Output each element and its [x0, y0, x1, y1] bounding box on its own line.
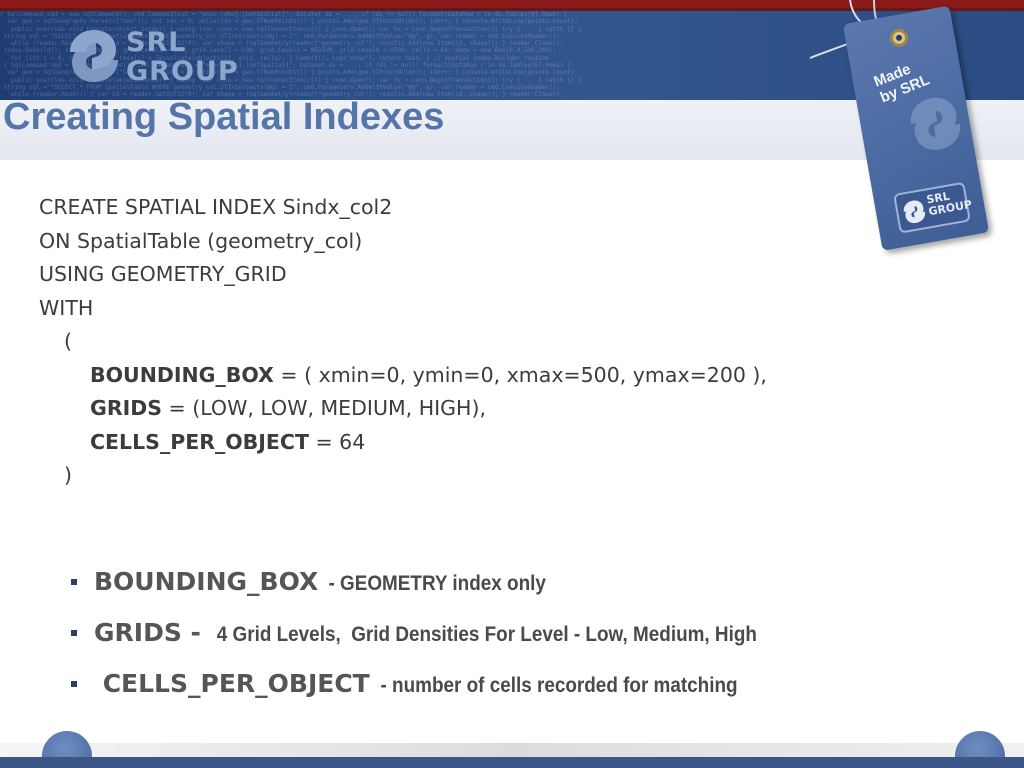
code-line-close-paren: ) — [64, 463, 72, 487]
bullet-description: - number of cells recorded for matching — [369, 674, 738, 697]
list-item: GRIDS - 4 Grid Levels, Grid Densities Fo… — [68, 616, 1008, 667]
bullet-term: BOUNDING_BOX — [94, 567, 319, 596]
logo-text-line1: SRL — [126, 27, 187, 58]
sql-code-block: CREATE SPATIAL INDEX Sindx_col2 ON Spati… — [39, 191, 979, 493]
bullet-line: CELLS_PER_OBJECT - number of cells recor… — [94, 667, 778, 703]
logo-text: SRL GROUP — [126, 28, 239, 86]
list-item: CELLS_PER_OBJECT - number of cells recor… — [68, 667, 1008, 718]
param-key-cells-per-object: CELLS_PER_OBJECT — [90, 429, 309, 454]
logo-text-line2: GROUP — [126, 56, 239, 87]
bullet-square-icon — [71, 681, 77, 687]
code-line-grids: GRIDS = (LOW, LOW, MEDIUM, HIGH), — [39, 392, 979, 426]
bullet-line: GRIDS - 4 Grid Levels, Grid Densities Fo… — [94, 616, 819, 652]
code-line-cells-per-object: CELLS_PER_OBJECT = 64 — [39, 426, 979, 460]
code-line-with: WITH — [39, 295, 94, 320]
param-key-grids: GRIDS — [90, 396, 163, 420]
code-line-on: ON SpatialTable (geometry_col) — [39, 228, 363, 253]
param-key-bounding-box: BOUNDING_BOX — [90, 362, 274, 387]
bullet-description: 4 Grid Levels, Grid Densities For Level … — [200, 623, 757, 646]
code-line-bounding-box: BOUNDING_BOX = ( xmin=0, ymin=0, xmax=50… — [39, 359, 979, 393]
param-value-bounding-box: = ( xmin=0, ymin=0, xmax=500, ymax=200 )… — [273, 362, 767, 387]
bullet-description: - GEOMETRY index only — [318, 572, 547, 595]
footer-blue-band — [0, 757, 1024, 768]
srl-logo-mark-icon — [70, 30, 118, 82]
page-title: Creating Spatial Indexes — [3, 96, 445, 138]
code-line-open-paren: ( — [64, 329, 72, 353]
tag-srl-mark-icon — [910, 97, 961, 150]
bullet-term: CELLS_PER_OBJECT — [94, 669, 370, 698]
slide: { SqlCommand cmd = new SqlCommand(); cmd… — [0, 0, 1024, 768]
tag-eyelet-icon — [888, 27, 910, 49]
bullet-square-icon — [71, 579, 77, 585]
bullet-line: BOUNDING_BOX - GEOMETRY index only — [94, 565, 571, 601]
code-line-using: USING GEOMETRY_GRID — [39, 262, 287, 286]
code-line-create: CREATE SPATIAL INDEX Sindx_col2 — [39, 195, 393, 219]
bullet-list: BOUNDING_BOX - GEOMETRY index only GRIDS… — [68, 565, 1008, 718]
bullet-square-icon — [71, 630, 77, 636]
param-value-grids: = (LOW, LOW, MEDIUM, HIGH), — [162, 396, 486, 420]
srl-group-logo: SRL GROUP — [64, 26, 238, 92]
list-item: BOUNDING_BOX - GEOMETRY index only — [68, 565, 1008, 616]
bullet-term: GRIDS - — [94, 618, 201, 647]
param-value-cells-per-object: = 64 — [308, 429, 366, 454]
